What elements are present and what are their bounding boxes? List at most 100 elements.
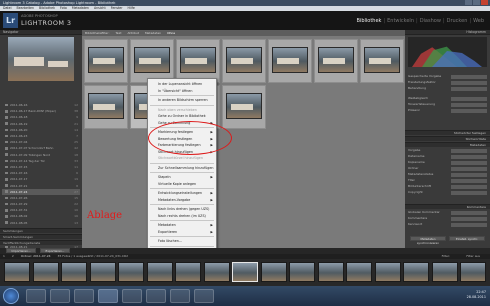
module-diashow[interactable]: Diashow	[420, 18, 441, 24]
thumbnail-image[interactable]	[88, 47, 124, 73]
context-menu-item[interactable]: Metadaten-Vorgabe ▶	[148, 197, 216, 204]
metadata-row-value[interactable]	[451, 191, 487, 195]
close-icon[interactable]	[481, 0, 488, 5]
publish-services-header[interactable]: Veröffentlichungsdienste	[0, 240, 82, 245]
context-menu-item[interactable]: Exportieren ▶	[148, 229, 216, 236]
thumbnail-cell[interactable]	[360, 39, 404, 83]
thumbnail-cell[interactable]	[176, 39, 220, 83]
thumbnail-cell[interactable]	[84, 39, 128, 83]
module-entwickeln[interactable]: Entwickeln	[387, 18, 414, 24]
comments-header[interactable]: Kommentare	[405, 204, 490, 209]
photoshop-icon[interactable]	[122, 289, 142, 303]
explorer-icon[interactable]	[26, 289, 46, 303]
context-menu-item[interactable]: In anderen Bildschirm sperren	[148, 97, 216, 104]
thumbnail-cell[interactable]	[268, 39, 312, 83]
smart-collections-item[interactable]: Smart-Sammlungen	[0, 234, 82, 239]
filmstrip-thumbnail[interactable]	[317, 262, 344, 282]
keywording-header[interactable]: Stichwörter festlegen	[405, 130, 490, 135]
import-button[interactable]: Importieren...	[6, 248, 36, 253]
maximize-icon[interactable]	[473, 0, 480, 5]
quick-develop-row-value[interactable]	[451, 87, 487, 91]
quick-develop-row-value[interactable]	[451, 75, 487, 79]
metadata-row-value[interactable]	[451, 155, 487, 159]
context-menu-item[interactable]: Zur Schnellsammlung hinzufügen	[148, 165, 216, 172]
metadata-row-value[interactable]	[451, 173, 487, 177]
mail-icon[interactable]	[146, 289, 166, 303]
thumbnail-image[interactable]	[226, 47, 262, 73]
context-menu-item[interactable]: Nach rechts drehen (im UZS)	[148, 213, 216, 220]
metadata-row-value[interactable]	[451, 161, 487, 165]
filter-ohne[interactable]: Ohne	[167, 31, 175, 35]
navigator-header[interactable]: Navigator	[0, 30, 82, 35]
filmstrip-thumbnail[interactable]	[203, 262, 230, 282]
quick-develop-row-value[interactable]	[451, 97, 487, 101]
screen-1-button[interactable]: 1	[3, 254, 5, 258]
histogram-header[interactable]: Histogramm	[405, 30, 490, 35]
filmstrip-thumbnail[interactable]	[431, 262, 458, 282]
screen-2-button[interactable]: 2	[12, 254, 14, 258]
media-icon[interactable]	[74, 289, 94, 303]
browser-icon[interactable]	[50, 289, 70, 303]
start-button-icon[interactable]	[3, 288, 19, 304]
thumbnail-image[interactable]	[364, 47, 400, 73]
comment-row-value[interactable]	[451, 217, 487, 221]
system-clock[interactable]: 22:47 28.08.2011	[467, 290, 486, 300]
context-menu-item[interactable]: Virtuelle Kopie anlegen	[148, 181, 216, 188]
filmstrip-thumbnail[interactable]	[374, 262, 401, 282]
filmstrip-thumbnail[interactable]	[118, 262, 144, 282]
filmstrip-thumbnail[interactable]	[460, 262, 486, 282]
filmstrip-thumbnail[interactable]	[4, 262, 30, 282]
comment-row-value[interactable]	[451, 211, 487, 215]
comment-row-value[interactable]	[451, 223, 487, 227]
quick-develop-row-value[interactable]	[451, 109, 487, 113]
sync-settings-button[interactable]: Einstell. synchr.	[449, 236, 485, 241]
thumbnail-image[interactable]	[272, 47, 308, 73]
context-menu-item[interactable]: Foto löschen...	[148, 238, 216, 245]
thumbnail-cell[interactable]	[130, 39, 174, 83]
thumbnail-cell[interactable]	[222, 39, 266, 83]
filmstrip-thumbnail[interactable]	[403, 262, 429, 282]
quick-develop-row-value[interactable]	[451, 81, 487, 85]
module-bibliothek[interactable]: Bibliothek	[357, 18, 382, 24]
navigator-preview[interactable]	[8, 37, 74, 81]
metadata-row-value[interactable]	[451, 179, 487, 183]
filmstrip-thumbnail[interactable]	[289, 262, 315, 282]
collections-header[interactable]: Sammlungen	[0, 228, 82, 233]
filter-metadaten[interactable]: Metadaten	[145, 31, 161, 35]
quick-develop-row-value[interactable]	[451, 103, 487, 107]
thumbnail-image[interactable]	[180, 47, 216, 73]
minimize-icon[interactable]	[465, 0, 472, 5]
filmstrip-thumbnail[interactable]	[89, 262, 116, 282]
filmstrip-thumbnail[interactable]	[32, 262, 59, 282]
metadata-header[interactable]: Metadaten	[405, 142, 490, 147]
right-panel: Histogramm Gespeicherte Vorgabe Freistell…	[405, 30, 490, 248]
metadata-row-value[interactable]	[451, 149, 487, 153]
module-drucken[interactable]: Drucken	[447, 18, 468, 24]
filmstrip-thumbnail[interactable]	[61, 262, 87, 282]
filmstrip-thumbnail[interactable]	[146, 262, 173, 282]
lightroom-icon[interactable]	[98, 289, 118, 303]
module-web[interactable]: Web	[473, 18, 484, 24]
metadata-row-value[interactable]	[451, 167, 487, 171]
app-icon[interactable]	[194, 289, 214, 303]
thumbnail-cell[interactable]	[314, 39, 358, 83]
thumbnail-cell[interactable]	[222, 85, 266, 129]
folder-icon[interactable]	[170, 289, 190, 303]
thumbnail-image[interactable]	[226, 93, 262, 119]
source-breadcrumb[interactable]: Ordner: 2011-07-24	[21, 254, 51, 258]
filmstrip-thumbnail[interactable]	[232, 262, 258, 282]
metadata-row-value[interactable]	[451, 185, 487, 189]
filmstrip-thumbnail[interactable]	[346, 262, 372, 282]
filter-attribut[interactable]: Attribut	[128, 31, 139, 35]
filter-text[interactable]: Text	[115, 31, 121, 35]
thumbnail-image[interactable]	[88, 93, 124, 119]
keyword-list-header[interactable]: Stichwortliste	[405, 136, 490, 141]
context-menu-item[interactable]: In "Übersicht" öffnen	[148, 88, 216, 95]
thumbnail-cell[interactable]	[84, 85, 128, 129]
thumbnail-image[interactable]	[134, 47, 170, 73]
export-button[interactable]: Exportieren...	[40, 248, 70, 253]
filmstrip-thumbnail[interactable]	[260, 262, 287, 282]
thumbnail-image[interactable]	[318, 47, 354, 73]
filmstrip-thumbnail[interactable]	[175, 262, 201, 282]
sync-metadata-button[interactable]: Metadaten synchronisieren	[410, 236, 446, 245]
